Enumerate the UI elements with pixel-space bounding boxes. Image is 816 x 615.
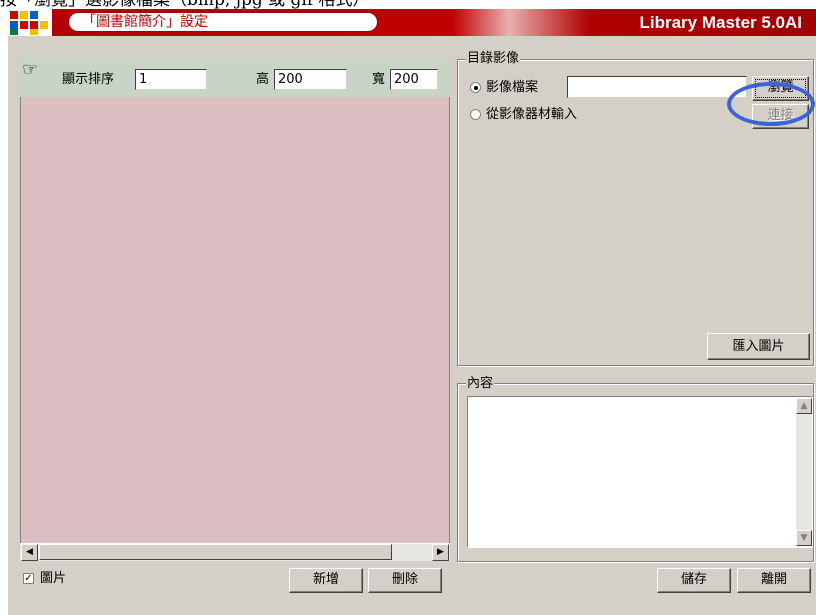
image-device-label: 從影像器材輸入 [486, 107, 578, 122]
leave-button[interactable]: 離開 [737, 568, 811, 593]
highlight-circle [727, 82, 815, 126]
scroll-down-icon[interactable]: ▼ [796, 530, 812, 546]
content-legend: 內容 [466, 376, 495, 392]
scroll-up-icon[interactable]: ▲ [796, 398, 812, 414]
vertical-scrollbar[interactable] [796, 398, 812, 546]
scroll-thumb[interactable] [39, 544, 392, 560]
document-caption: 按「瀏覽」選影像檔案（bmp, jpg 或 gif 格式） [0, 0, 816, 9]
image-device-radio[interactable] [470, 109, 481, 120]
delete-button[interactable]: 刪除 [368, 568, 442, 593]
add-button[interactable]: 新增 [289, 568, 363, 593]
sort-order-label: 顯示排序 [62, 72, 115, 87]
image-preview-panel [20, 57, 450, 561]
sort-order-input[interactable]: 1 [135, 69, 207, 90]
save-button[interactable]: 儲存 [657, 568, 731, 593]
brand-name: Library Master 5.0AI [639, 13, 802, 32]
scroll-left-icon[interactable]: ◀ [21, 544, 38, 561]
image-file-label: 影像檔案 [486, 80, 539, 95]
window-title: 「圖書館簡介」設定 [82, 14, 208, 30]
image-file-input[interactable] [567, 76, 747, 98]
catalog-image-legend: 目錄影像 [466, 51, 521, 67]
import-image-button[interactable]: 匯入圖片 [707, 333, 810, 360]
pointing-hand-icon: ☞ [22, 59, 39, 80]
app-logo-icon [8, 9, 52, 36]
picture-checkbox[interactable]: ✓ [23, 573, 34, 584]
height-input[interactable]: 200 [274, 69, 347, 90]
content-textarea[interactable] [467, 396, 813, 548]
image-file-radio[interactable] [470, 82, 481, 93]
title-bar: 「圖書館簡介」設定 Library Master 5.0AI [8, 9, 816, 36]
width-label: 寬 [372, 72, 386, 87]
width-input[interactable]: 200 [390, 69, 438, 90]
picture-checkbox-label: 圖片 [40, 571, 67, 586]
height-label: 高 [256, 72, 270, 87]
scroll-right-icon[interactable]: ▶ [432, 544, 449, 561]
